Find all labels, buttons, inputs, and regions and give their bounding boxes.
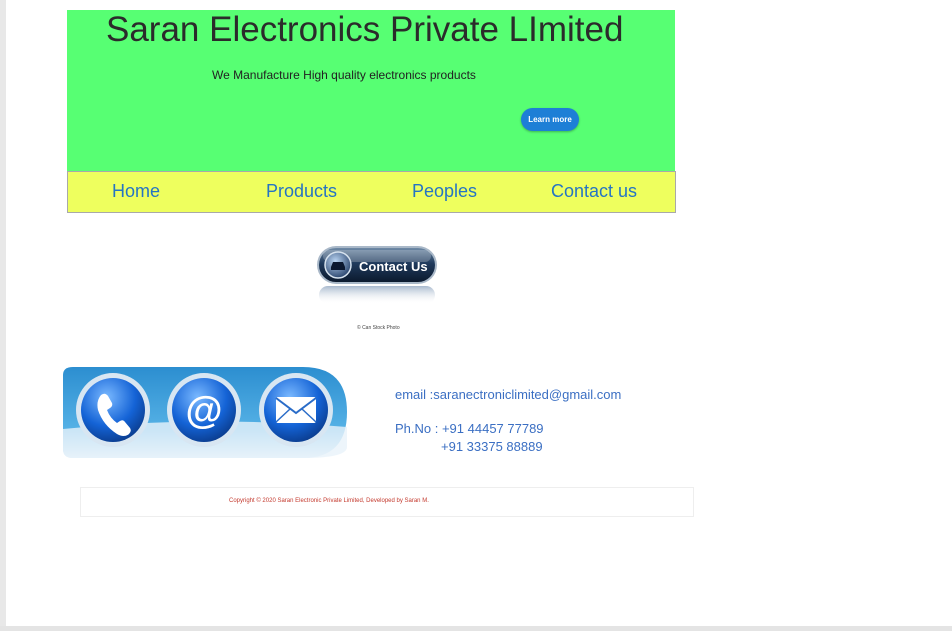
mail-icon	[259, 373, 333, 447]
nav-bar: Home Products Peoples Contact us	[67, 171, 676, 213]
header-banner: Saran Electronics Private LImited We Man…	[67, 10, 675, 171]
nav-item-peoples[interactable]: Peoples	[412, 181, 477, 202]
nav-item-contact-us[interactable]: Contact us	[551, 181, 637, 202]
nav-item-home[interactable]: Home	[112, 181, 160, 202]
contact-phone-secondary: +91 33375 88889	[441, 439, 543, 454]
page-left-border	[0, 0, 6, 631]
svg-text:@: @	[185, 390, 222, 432]
contact-us-image-label: Contact Us	[359, 259, 428, 274]
footer: Copyright © 2020 Saran Electronic Privat…	[80, 487, 694, 517]
telephone-glyph	[331, 262, 345, 270]
phone-icon	[76, 373, 150, 447]
button-reflection	[319, 286, 435, 304]
footer-copyright: Copyright © 2020 Saran Electronic Privat…	[229, 498, 429, 504]
learn-more-button[interactable]: Learn more	[521, 108, 579, 131]
site-tagline: We Manufacture High quality electronics …	[212, 68, 476, 82]
contact-email: email :saranectroniclimited@gmail.com	[395, 387, 622, 402]
nav-item-products[interactable]: Products	[266, 181, 337, 202]
contact-us-image: Contact Us	[317, 246, 437, 304]
site-title: Saran Electronics Private LImited	[106, 10, 624, 49]
contact-phone-primary: Ph.No : +91 44457 77789	[395, 421, 544, 436]
page-bottom-border	[0, 626, 952, 631]
at-sign-icon: @	[167, 373, 241, 447]
image-credit: © Can Stock Photo	[357, 325, 400, 331]
contact-icons-banner: @	[63, 367, 347, 458]
